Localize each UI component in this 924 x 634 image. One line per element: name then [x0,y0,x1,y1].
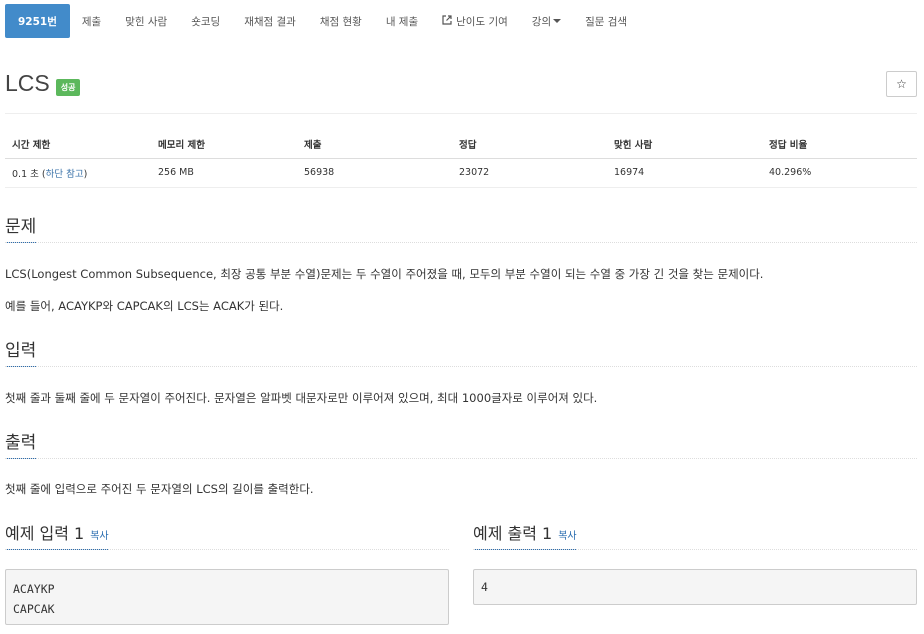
tab-label: 채점 현황 [319,15,362,28]
tab-label: 맞힌 사람 [125,15,168,28]
tab-short-coding[interactable]: 숏코딩 [179,4,232,38]
tab-problem-number[interactable]: 9251번 [5,4,70,38]
problem-tabs: 9251번 제출 맞힌 사람 숏코딩 재채점 결과 채점 현황 내 제출 난이도… [5,4,639,38]
input-section-header: 입력 [5,336,917,367]
tab-label: 난이도 기여 [456,15,508,28]
output-description: 첫째 줄에 입력으로 주어진 두 문자열의 LCS의 길이를 출력한다. [5,482,314,496]
submissions-cell: 56938 [297,158,452,188]
tab-label: 내 제출 [385,15,419,28]
tab-label: 재채점 결과 [244,15,296,28]
header-time-limit: 시간 제한 [5,131,151,159]
sample-input-header: 예제 입력 1 복사 [5,520,449,550]
divider [5,366,917,367]
divider [5,458,917,459]
sample-output-title: 예제 출력 1 [473,524,553,543]
table-row: 0.1 초 (하단 참고) 256 MB 56938 23072 16974 4… [5,158,917,188]
tab-my-submissions[interactable]: 내 제출 [374,4,430,38]
title-row: LCS 성공 [5,70,81,97]
time-limit-cell: 0.1 초 (하단 참고) [5,158,151,188]
memory-limit-cell: 256 MB [151,158,297,188]
tab-label: 제출 [81,15,102,28]
sample-input-title: 예제 입력 1 [5,524,85,543]
tab-label: 강의 [531,15,552,28]
header-memory-limit: 메모리 제한 [151,131,297,159]
tab-submit[interactable]: 제출 [70,4,113,38]
header-ratio: 정답 비율 [762,131,917,159]
external-link-icon [442,14,452,28]
tab-status[interactable]: 채점 현황 [308,4,374,38]
header-solvers: 맞힌 사람 [607,131,762,159]
input-description: 첫째 줄과 둘째 줄에 두 문자열이 주어진다. 문자열은 알파벳 대문자로만 … [5,391,598,405]
problem-description-2: 예를 들어, ACAYKP와 CAPCAK의 LCS는 ACAK가 된다. [5,299,284,313]
tab-question-search[interactable]: 질문 검색 [573,4,639,38]
tab-label: 질문 검색 [585,15,628,28]
star-button[interactable]: ☆ [886,71,917,97]
divider [5,549,449,550]
sample-input-box: ACAYKP CAPCAK [5,569,449,625]
table-header-row: 시간 제한 메모리 제한 제출 정답 맞힌 사람 정답 비율 [5,131,917,159]
tab-label: 9251번 [18,15,57,28]
problem-info-table: 시간 제한 메모리 제한 제출 정답 맞힌 사람 정답 비율 0.1 초 (하단… [5,131,917,188]
section-heading-problem: 문제 [5,212,37,243]
sample-output-header: 예제 출력 1 복사 [473,520,917,550]
accepted-cell: 23072 [452,158,607,188]
status-badge: 성공 [55,79,81,96]
tab-difficulty-contribution[interactable]: 난이도 기여 [430,4,520,38]
copy-input-button[interactable]: 복사 [90,531,108,542]
header-accepted: 정답 [452,131,607,159]
section-heading-output: 출력 [5,428,37,459]
tab-solvers[interactable]: 맞힌 사람 [113,4,179,38]
problem-section-header: 문제 [5,212,917,243]
sample-output-heading: 예제 출력 1 복사 [473,520,577,550]
tab-rejudge-results[interactable]: 재채점 결과 [232,4,308,38]
star-icon: ☆ [896,77,907,91]
page-title: LCS [5,70,50,96]
divider [473,549,917,550]
time-limit-note-link[interactable]: 하단 참고 [46,169,84,180]
output-section-header: 출력 [5,428,917,459]
divider [5,242,917,243]
problem-description-1: LCS(Longest Common Subsequence, 최장 공통 부분… [5,267,764,281]
sample-output-box: 4 [473,569,917,605]
caret-down-icon [553,19,562,23]
sample-input-heading: 예제 입력 1 복사 [5,520,109,550]
time-limit-value: 0.1 초 ( [12,168,46,180]
tab-label: 숏코딩 [191,15,221,28]
copy-output-button[interactable]: 복사 [558,531,576,542]
header-submissions: 제출 [297,131,452,159]
tab-lectures[interactable]: 강의 [520,4,573,38]
solvers-cell: 16974 [607,158,762,188]
ratio-cell: 40.296% [762,158,917,188]
paren-close: ) [83,168,88,180]
section-heading-input: 입력 [5,336,37,367]
divider [5,113,917,114]
